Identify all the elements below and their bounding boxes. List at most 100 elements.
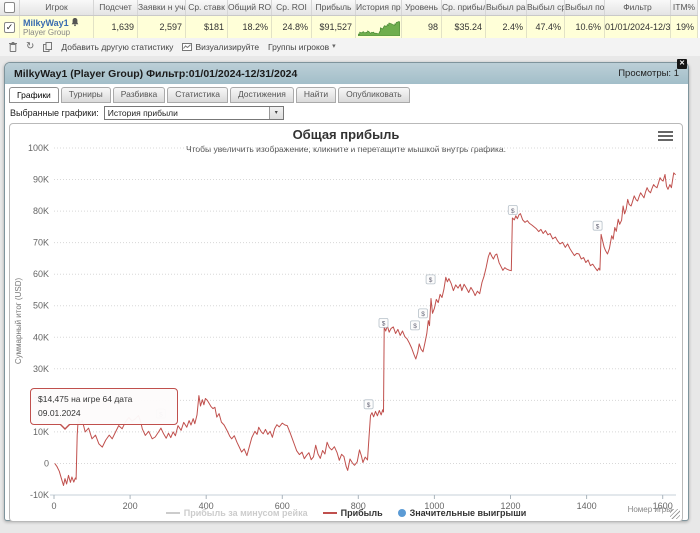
svg-text:80K: 80K [33, 206, 49, 216]
legend-marker [322, 512, 337, 514]
select-all-checkbox[interactable] [4, 2, 15, 14]
tab-Опубликовать[interactable]: Опубликовать [338, 87, 410, 103]
column-header[interactable]: Подсчет [94, 0, 138, 15]
legend-item[interactable]: Прибыль за минусом рейка [165, 508, 308, 518]
workspace-backdrop: MilkyWay1 (Player Group) Фильтр:01/01/20… [0, 56, 700, 533]
add-stat-button[interactable]: Добавить другую статистику [61, 42, 173, 52]
player-name[interactable]: MilkyWay1 [23, 18, 90, 28]
refresh-icon: ↻ [26, 41, 35, 52]
legend-item[interactable]: Прибыль [322, 508, 383, 518]
copy-button[interactable] [43, 42, 53, 52]
chart-select-value: История прибыли [107, 108, 178, 118]
tab-Найти[interactable]: Найти [295, 87, 337, 103]
column-header[interactable]: Заявки н учас [138, 0, 186, 15]
column-header[interactable]: ITM% [671, 0, 698, 15]
resize-handle[interactable] [670, 509, 680, 519]
profit-line-chart[interactable]: -10K010K20K30K40K50K60K70K80K90K100K0200… [10, 124, 682, 521]
table-cell: 2.4% [486, 16, 527, 38]
win-flag: $ [410, 320, 420, 331]
svg-text:10K: 10K [33, 427, 49, 437]
player-groups-label: Группы игроков [268, 42, 330, 52]
column-header[interactable]: Выбыл рано [486, 0, 527, 15]
table-cell: 47.4% [527, 16, 565, 38]
legend-item[interactable]: Значительные выигрыши [397, 508, 527, 518]
column-header[interactable]: Игрок [20, 0, 94, 15]
selector-label: Выбранные графики: [10, 108, 99, 118]
column-header[interactable]: История прибыли [356, 0, 402, 15]
chart-select[interactable]: История прибыли ▾ [103, 106, 284, 120]
refresh-button[interactable]: ↻ [26, 42, 34, 52]
table-header-row: ИгрокПодсчетЗаявки н учасСр. ставкОбщий … [0, 0, 698, 16]
table-row[interactable]: ✓ MilkyWay1 Player Group 1,639 2,597 $181 18.… [0, 16, 698, 38]
win-flag: $ [418, 308, 428, 319]
chart-axes: -10K010K20K30K40K50K60K70K80K90K100K0200… [28, 143, 676, 511]
table-cell: 24.8% [272, 16, 312, 38]
svg-text:$: $ [367, 402, 371, 409]
legend-label: Прибыль за минусом рейка [183, 508, 308, 518]
legend-marker [165, 512, 180, 514]
table-cell: ✓ [0, 16, 20, 38]
window-titlebar[interactable]: MilkyWay1 (Player Group) Фильтр:01/01/20… [5, 59, 688, 84]
win-flag: $ [363, 399, 374, 410]
legend-label: Значительные выигрыши [409, 508, 527, 518]
table-cell: 2,597 [138, 16, 186, 38]
tab-Достижения[interactable]: Достижения [229, 87, 294, 103]
trash-icon [9, 42, 17, 52]
svg-text:30K: 30K [33, 364, 49, 374]
svg-text:50K: 50K [33, 301, 49, 311]
column-header[interactable]: Выбыл сред [527, 0, 565, 15]
visualize-button[interactable]: Визуализируйте [182, 42, 259, 52]
chart-legend: Прибыль за минусом рейка Прибыль Значитель… [10, 508, 682, 518]
x-axis-title: Номер игры [627, 505, 672, 514]
svg-text:40K: 40K [33, 332, 49, 342]
svg-text:0: 0 [44, 459, 49, 469]
column-header[interactable]: Прибыль [312, 0, 356, 15]
legend-marker [397, 509, 406, 517]
tab-bar: Графики Турниры Разбивка Статистика Достижен… [5, 84, 688, 103]
player-group-label: Player Group [23, 28, 71, 37]
svg-text:$: $ [429, 277, 433, 284]
column-header[interactable]: Выбыл поздн [565, 0, 605, 15]
views-counter: Просмотры: 1 [618, 68, 679, 79]
tab-Разбивка[interactable]: Разбивка [112, 87, 166, 103]
chevron-down-icon: ▾ [332, 43, 336, 50]
chart-selector-row: Выбранные графики: История прибыли ▾ [5, 103, 688, 122]
delete-button[interactable] [9, 42, 17, 52]
svg-text:-10K: -10K [30, 490, 49, 500]
column-header[interactable]: Уровень [402, 0, 442, 15]
table-cell: $91,527 [312, 16, 356, 38]
svg-text:$: $ [421, 311, 425, 318]
row-checkbox[interactable]: ✓ [4, 22, 15, 34]
select-all-header[interactable] [0, 0, 20, 15]
column-header[interactable]: Ср. ROI [272, 0, 312, 15]
tooltip-line2: 09.01.2024 [38, 407, 81, 418]
tab-Статистика[interactable]: Статистика [167, 87, 228, 103]
svg-text:90K: 90K [33, 175, 49, 185]
svg-text:60K: 60K [33, 269, 49, 279]
column-header[interactable]: Общий ROI [228, 0, 272, 15]
player-stats-table: ИгрокПодсчетЗаявки н учасСр. ставкОбщий … [0, 0, 698, 39]
tab-Графики[interactable]: Графики [9, 87, 59, 103]
svg-text:$: $ [413, 323, 417, 330]
significant-win-flags: $$$$$$$$ [155, 205, 603, 419]
column-header[interactable]: Ср. прибыли [442, 0, 486, 15]
close-button[interactable]: ✕ [677, 59, 687, 69]
svg-text:100K: 100K [28, 143, 49, 153]
column-header[interactable]: Фильтр [605, 0, 671, 15]
table-cell: 10.6% [565, 16, 605, 38]
player-groups-dropdown[interactable]: Группы игроков ▾ [268, 42, 336, 52]
player-cell: MilkyWay1 Player Group [20, 16, 94, 38]
table-cell: 01/01/2024-12/31/2024 [605, 16, 671, 38]
profit-history-sparkline [356, 16, 402, 38]
column-header[interactable]: Ср. ставк [186, 0, 228, 15]
table-cell: 19% [671, 16, 698, 38]
window-title: MilkyWay1 (Player Group) Фильтр:01/01/20… [14, 67, 298, 80]
win-flag: $ [507, 205, 518, 215]
bell-icon [71, 18, 79, 27]
legend-label: Прибыль [340, 508, 383, 518]
player-detail-window: MilkyWay1 (Player Group) Фильтр:01/01/20… [4, 59, 689, 522]
profit-series [54, 172, 676, 486]
table-cell: $181 [186, 16, 228, 38]
tab-Турниры[interactable]: Турниры [60, 87, 111, 103]
visualize-icon [182, 42, 193, 51]
